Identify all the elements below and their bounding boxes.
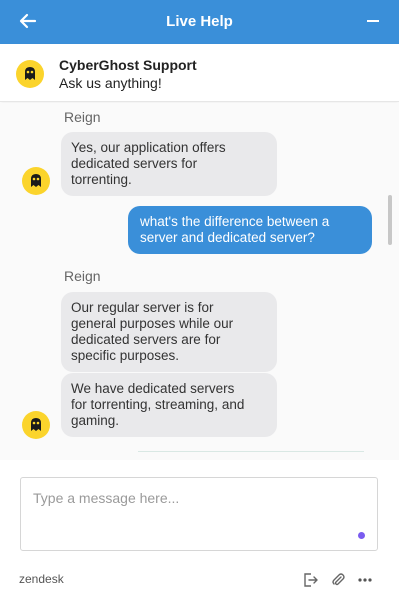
message-line: general purposes while our (71, 316, 234, 331)
message-bubble-user: what's the difference between a server a… (128, 206, 372, 254)
agent-subtitle: Ask us anything! (59, 75, 162, 91)
header-title: Live Help (166, 13, 233, 30)
end-chat-icon[interactable] (302, 572, 318, 588)
paperclip-icon[interactable] (330, 572, 346, 588)
message-line: dedicated servers are for (71, 332, 221, 347)
more-options-icon[interactable] (357, 572, 373, 588)
agent-info-bar: CyberGhost Support Ask us anything! (0, 44, 399, 102)
cyberghost-logo-icon (31, 418, 41, 431)
zendesk-brand[interactable]: zendesk (19, 572, 64, 586)
message-bubble-agent: Yes, our application offers dedicated se… (61, 132, 277, 196)
chat-log[interactable]: Reign Yes, our application offers dedica… (0, 103, 399, 460)
agent-name: CyberGhost Support (59, 57, 197, 73)
message-line: torrenting. (71, 172, 132, 187)
cyberghost-logo-icon (16, 60, 44, 88)
agent-avatar (22, 411, 50, 439)
header-bar: Live Help (0, 0, 399, 44)
sender-name: Reign (64, 109, 101, 125)
message-line: Our regular server is for (71, 300, 214, 315)
message-line: We have dedicated servers (71, 381, 235, 396)
cyberghost-logo-icon (31, 174, 41, 187)
status-dot-icon (358, 532, 365, 539)
message-bubble-agent: We have dedicated servers for torrenting… (61, 373, 277, 437)
message-line: gaming. (71, 413, 120, 428)
chat-scrollbar[interactable] (388, 195, 392, 245)
message-input[interactable] (21, 478, 377, 518)
agent-avatar (22, 167, 50, 195)
message-line: server and dedicated server? (140, 230, 315, 245)
partial-message-edge (138, 451, 364, 452)
message-line: what's the difference between a (140, 214, 330, 229)
message-bubble-agent: Our regular server is for general purpos… (61, 292, 277, 372)
minus-icon[interactable] (367, 20, 379, 22)
message-line: for torrenting, streaming, and (71, 397, 245, 412)
sender-name: Reign (64, 268, 101, 284)
message-line: Yes, our application offers (71, 140, 226, 155)
message-composer[interactable] (20, 477, 378, 551)
footer-bar: zendesk (0, 563, 399, 597)
message-line: specific purposes. (71, 348, 180, 363)
message-line: dedicated servers for (71, 156, 198, 171)
